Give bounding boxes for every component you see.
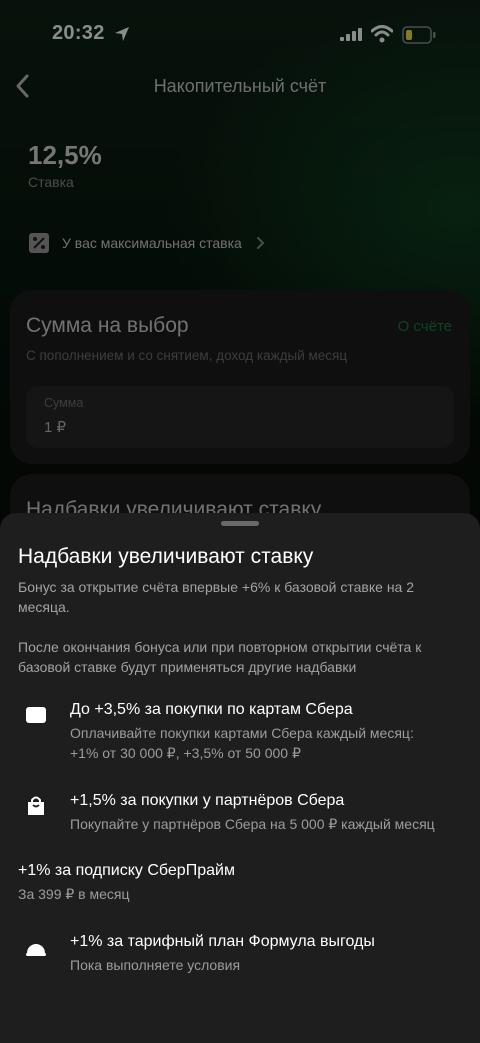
dome-icon xyxy=(26,944,46,956)
bottom-sheet: Надбавки увеличивают ставку Бонус за отк… xyxy=(0,513,480,1043)
sheet-grabber[interactable] xyxy=(221,521,259,526)
bonus-item-title: +1% за тарифный план Формула выгоды xyxy=(70,933,375,950)
bonus-item-desc: +1% от 30 000 ₽, +3,5% от 50 000 ₽ xyxy=(70,745,301,761)
shopping-bag-icon xyxy=(28,796,44,815)
sheet-paragraph: После окончания бонуса или при повторном… xyxy=(18,639,422,675)
bonus-item-desc: Покупайте у партнёров Сбера на 5 000 ₽ к… xyxy=(70,816,435,832)
bonus-item-title: До +3,5% за покупки по картам Сбера xyxy=(70,701,353,718)
bonus-item-title: +1,5% за покупки у партнёров Сбера xyxy=(70,792,345,809)
sheet-title: Надбавки увеличивают ставку xyxy=(18,545,314,568)
sheet-paragraph: Бонус за открытие счёта впервые +6% к ба… xyxy=(18,579,415,615)
card-icon xyxy=(26,707,46,723)
bonus-item-desc: Оплачивайте покупки картами Сбера каждый… xyxy=(70,725,414,741)
bonus-item-desc: Пока выполняете условия xyxy=(70,957,241,973)
bonus-item-desc: За 399 ₽ в месяц xyxy=(18,886,130,902)
bonus-item-title: +1% за подписку СберПрайм xyxy=(18,862,235,879)
